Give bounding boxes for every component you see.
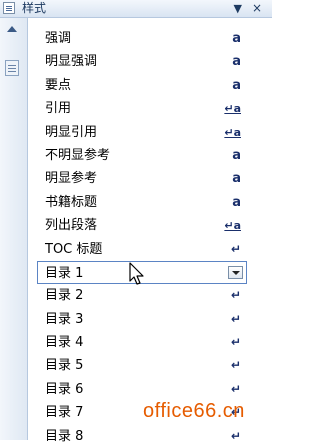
style-item-subtle-reference[interactable]: 不明显参考 a: [37, 144, 247, 167]
style-item-intense-quote[interactable]: 明显引用 ↵a: [37, 121, 247, 144]
left-sidebar: [0, 18, 28, 440]
paragraph-mark-icon: ↵: [230, 428, 241, 443]
style-label: 引用: [45, 101, 72, 117]
style-label: 强调: [45, 31, 72, 46]
style-item-toc-8[interactable]: 目录 8 ↵: [37, 425, 247, 448]
linked-style-icon: ↵a: [224, 125, 241, 139]
linked-style-icon: ↵a: [224, 219, 241, 233]
style-label: TOC 标题: [45, 241, 103, 257]
style-list: 强调 a 明显强调 a 要点 a 引用 ↵a 明显引用 ↵a 不明显参考 a 明…: [37, 27, 247, 448]
style-item-quote[interactable]: 引用 ↵a: [37, 97, 247, 120]
char-style-icon: a: [232, 77, 241, 93]
style-label: 目录 4: [45, 335, 84, 351]
style-item-strong[interactable]: 要点 a: [37, 74, 247, 97]
style-label: 目录 8: [45, 428, 84, 444]
style-label: 目录 5: [45, 358, 84, 374]
style-item-toc-6[interactable]: 目录 6 ↵: [37, 378, 247, 401]
linked-style-icon: ↵a: [224, 102, 241, 116]
pane-title: 样式: [22, 1, 47, 15]
paragraph-mark-icon: ↵: [230, 288, 241, 303]
style-label: 目录 2: [45, 288, 84, 304]
char-style-icon: a: [232, 147, 241, 163]
style-item-toc-3[interactable]: 目录 3 ↵: [37, 308, 247, 331]
char-style-icon: a: [232, 194, 241, 210]
paragraph-mark-icon: ↵: [230, 311, 241, 326]
mouse-cursor-icon: [129, 262, 144, 285]
paragraph-mark-icon: ↵: [230, 358, 241, 373]
list-view-icon[interactable]: [5, 60, 19, 76]
paragraph-mark-icon: ↵: [230, 241, 241, 256]
style-item-book-title[interactable]: 书籍标题 a: [37, 191, 247, 214]
chevron-down-icon[interactable]: [228, 265, 243, 279]
style-item-intense-reference[interactable]: 明显参考 a: [37, 167, 247, 190]
style-label: 目录 1: [45, 265, 84, 281]
style-label: 目录 7: [45, 405, 84, 421]
style-label: 书籍标题: [45, 194, 98, 210]
char-style-icon: a: [232, 31, 241, 46]
style-label: 明显强调: [45, 54, 98, 70]
char-style-icon: a: [232, 54, 241, 70]
pane-options-button[interactable]: ▼: [234, 0, 242, 17]
style-label: 明显引用: [45, 124, 98, 140]
style-item-toc-heading[interactable]: TOC 标题 ↵: [37, 238, 247, 261]
style-label: 不明显参考: [45, 147, 111, 163]
style-item-toc-4[interactable]: 目录 4 ↵: [37, 331, 247, 354]
paragraph-mark-icon: ↵: [230, 335, 241, 350]
title-bar: 样式 ▼ ×: [0, 0, 272, 18]
style-label: 明显参考: [45, 171, 98, 187]
scroll-up-icon[interactable]: [7, 26, 17, 32]
style-label: 要点: [45, 77, 72, 93]
char-style-icon: a: [232, 171, 241, 187]
style-item-emphasis[interactable]: 强调 a: [37, 27, 247, 50]
watermark: office66.cn: [143, 400, 245, 422]
paragraph-mark-icon: ↵: [230, 381, 241, 396]
style-item-toc-5[interactable]: 目录 5 ↵: [37, 354, 247, 377]
styles-pane-icon: [3, 2, 15, 14]
style-item-intense-emphasis[interactable]: 明显强调 a: [37, 50, 247, 73]
style-label: 列出段落: [45, 218, 98, 234]
style-label: 目录 3: [45, 311, 84, 327]
style-label: 目录 6: [45, 381, 84, 397]
close-button[interactable]: ×: [252, 0, 262, 17]
style-item-list-paragraph[interactable]: 列出段落 ↵a: [37, 214, 247, 237]
